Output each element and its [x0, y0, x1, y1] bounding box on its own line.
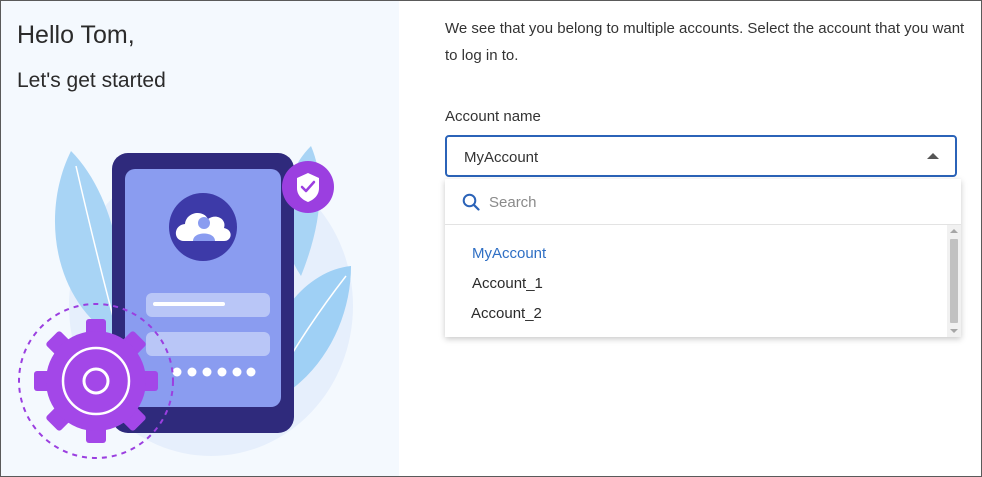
search-icon	[462, 193, 480, 216]
account-selection-panel: We see that you belong to multiple accou…	[399, 1, 981, 476]
account-name-select[interactable]: MyAccount	[445, 135, 957, 177]
account-search-input[interactable]	[489, 189, 929, 215]
welcome-panel: Hello Tom, Let's get started	[1, 1, 399, 476]
login-window: Hello Tom, Let's get started We see that…	[0, 0, 982, 477]
dropdown-search-row	[445, 179, 961, 225]
greeting-title: Hello Tom,	[17, 21, 135, 49]
dropdown-scrollbar[interactable]	[947, 225, 961, 337]
account-name-label: Account name	[445, 108, 541, 125]
option-account-2[interactable]: Account_2	[445, 299, 945, 329]
option-myaccount[interactable]: MyAccount	[445, 239, 945, 269]
account-options-list: MyAccount Account_1 Account_2	[445, 239, 945, 329]
scroll-thumb[interactable]	[950, 239, 958, 323]
greeting-subtitle: Let's get started	[17, 69, 166, 92]
account-name-value: MyAccount	[464, 149, 539, 166]
account-dropdown: MyAccount Account_1 Account_2	[445, 179, 961, 337]
login-illustration	[18, 146, 353, 459]
scroll-down-arrow-icon[interactable]	[950, 329, 958, 333]
scroll-up-arrow-icon[interactable]	[950, 229, 958, 233]
intro-text: We see that you belong to multiple accou…	[445, 20, 965, 64]
caret-up-icon[interactable]	[927, 153, 939, 159]
option-account-1[interactable]: Account_1	[445, 269, 945, 299]
gear-icon	[34, 319, 158, 443]
